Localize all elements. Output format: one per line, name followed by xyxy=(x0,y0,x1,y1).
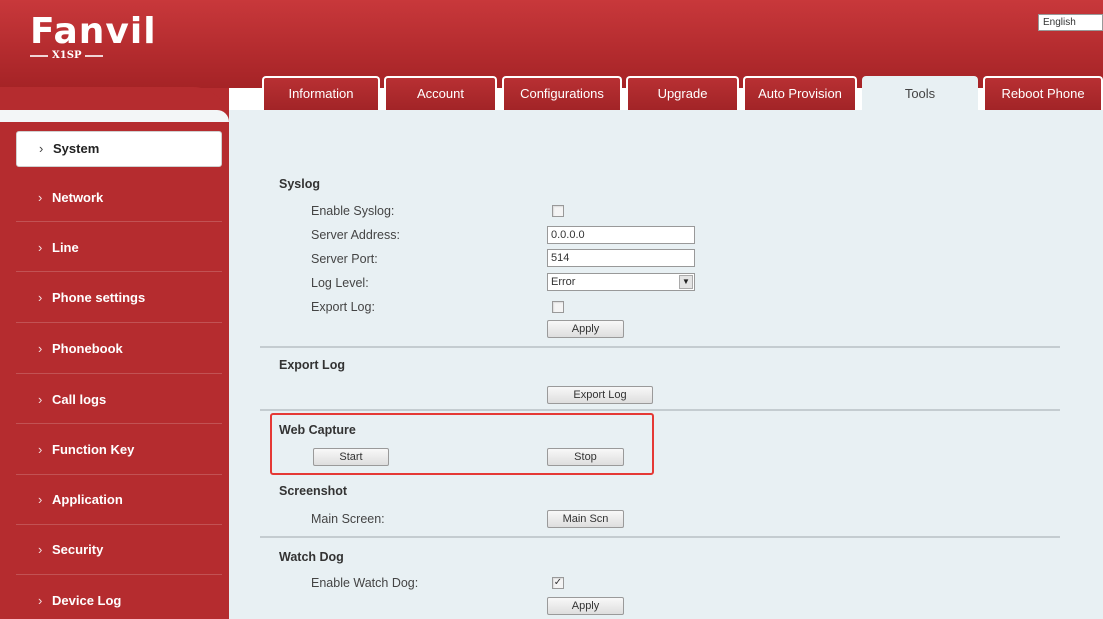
server-address-label: Server Address: xyxy=(311,228,400,242)
sidebar-item-phonebook[interactable]: › Phonebook xyxy=(0,329,222,369)
logo: Fanvil X1SP xyxy=(30,12,157,61)
sidebar-divider xyxy=(16,524,222,525)
section-divider xyxy=(260,409,1060,411)
watch-dog-apply-button[interactable]: Apply xyxy=(547,597,624,615)
sidebar-item-label: Network xyxy=(52,190,104,205)
chevron-right-icon: › xyxy=(38,442,43,457)
sidebar-divider xyxy=(16,373,222,374)
sidebar-item-label: Function Key xyxy=(52,442,135,457)
sidebar-divider xyxy=(16,574,222,575)
tab-reboot-phone[interactable]: Reboot Phone xyxy=(983,76,1103,110)
tab-auto-provision[interactable]: Auto Provision xyxy=(743,76,857,110)
export-log-label: Export Log: xyxy=(311,300,375,314)
sidebar-item-application[interactable]: › Application xyxy=(0,480,222,520)
chevron-right-icon: › xyxy=(38,290,43,305)
dropdown-arrow-icon: ▼ xyxy=(679,275,693,289)
tab-account[interactable]: Account xyxy=(384,76,497,110)
tab-information[interactable]: Information xyxy=(262,76,380,110)
chevron-right-icon: › xyxy=(38,190,43,205)
header-bar: Fanvil X1SP English xyxy=(0,0,1103,88)
tab-tools[interactable]: Tools xyxy=(862,76,978,110)
section-divider xyxy=(260,536,1060,538)
chevron-right-icon: › xyxy=(38,392,43,407)
server-port-label: Server Port: xyxy=(311,252,378,266)
log-level-select[interactable]: Error ▼ xyxy=(547,273,695,291)
sidebar-curve xyxy=(0,110,229,122)
server-address-input[interactable]: 0.0.0.0 xyxy=(547,226,695,244)
section-title-web-capture: Web Capture xyxy=(279,423,356,437)
sidebar-divider xyxy=(16,221,222,222)
main-screen-button[interactable]: Main Scn xyxy=(547,510,624,528)
sidebar-item-label: Call logs xyxy=(52,392,107,407)
sidebar-item-phone-settings[interactable]: › Phone settings xyxy=(0,278,222,318)
sidebar-item-line[interactable]: › Line xyxy=(0,228,222,268)
main-screen-label: Main Screen: xyxy=(311,512,385,526)
web-capture-stop-button[interactable]: Stop xyxy=(547,448,624,466)
model-name: X1SP xyxy=(52,50,82,61)
sidebar-item-label: Security xyxy=(52,542,104,557)
sidebar-item-label: Application xyxy=(52,492,123,507)
chevron-right-icon: › xyxy=(39,141,44,156)
sidebar-divider xyxy=(16,322,222,323)
chevron-right-icon: › xyxy=(38,240,43,255)
syslog-apply-button[interactable]: Apply xyxy=(547,320,624,338)
export-log-button[interactable]: Export Log xyxy=(547,386,653,404)
sidebar-item-label: Phone settings xyxy=(52,290,146,305)
enable-watch-dog-checkbox[interactable]: ✓ xyxy=(552,577,564,589)
sidebar-divider xyxy=(16,271,222,272)
tab-upgrade[interactable]: Upgrade xyxy=(626,76,739,110)
section-title-export-log: Export Log xyxy=(279,358,345,372)
sidebar-divider xyxy=(16,474,222,475)
sidebar-item-device-log[interactable]: › Device Log xyxy=(0,581,222,619)
log-level-label: Log Level: xyxy=(311,276,369,290)
chevron-right-icon: › xyxy=(38,542,43,557)
enable-watch-dog-label: Enable Watch Dog: xyxy=(311,576,419,590)
sidebar-divider xyxy=(16,423,222,424)
section-divider xyxy=(260,346,1060,348)
logo-text: Fanvil xyxy=(30,11,157,52)
server-port-input[interactable]: 514 xyxy=(547,249,695,267)
sidebar-item-label: System xyxy=(53,141,100,156)
sidebar-item-label: Device Log xyxy=(52,593,122,608)
chevron-right-icon: › xyxy=(38,492,43,507)
chevron-right-icon: › xyxy=(38,593,43,608)
export-log-checkbox[interactable] xyxy=(552,301,564,313)
section-title-screenshot: Screenshot xyxy=(279,484,348,498)
language-select[interactable]: English xyxy=(1038,14,1103,31)
sidebar-item-system[interactable]: › System xyxy=(16,131,222,167)
content-panel xyxy=(229,110,1103,619)
web-capture-start-button[interactable]: Start xyxy=(313,448,389,466)
sidebar-item-network[interactable]: › Network xyxy=(0,178,222,218)
sidebar-item-call-logs[interactable]: › Call logs xyxy=(0,380,222,420)
sidebar-item-label: Phonebook xyxy=(52,341,123,356)
chevron-right-icon: › xyxy=(38,341,43,356)
section-title-syslog: Syslog xyxy=(279,177,320,191)
enable-syslog-label: Enable Syslog: xyxy=(311,204,395,218)
logo-bar-right xyxy=(85,54,104,57)
sidebar-item-function-key[interactable]: › Function Key xyxy=(0,430,222,470)
enable-syslog-checkbox[interactable] xyxy=(552,205,564,217)
tab-configurations[interactable]: Configurations xyxy=(502,76,622,110)
logo-bar-left xyxy=(30,54,48,57)
sidebar-item-security[interactable]: › Security xyxy=(0,530,222,570)
section-title-watch-dog: Watch Dog xyxy=(279,550,344,564)
sidebar-item-label: Line xyxy=(52,240,79,255)
log-level-value: Error xyxy=(551,276,576,288)
